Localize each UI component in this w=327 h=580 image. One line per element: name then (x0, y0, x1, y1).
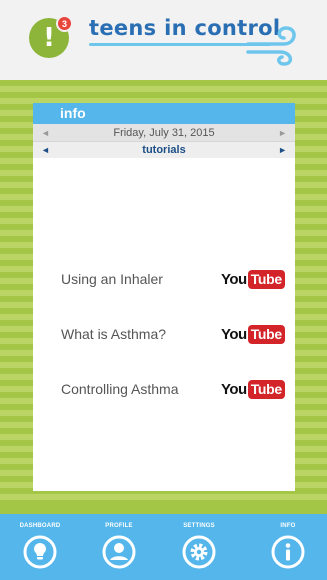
title-underline (89, 43, 271, 46)
youtube-logo-you: You (221, 380, 247, 398)
current-section: tutorials (142, 144, 186, 156)
lightbulb-icon (23, 535, 57, 569)
person-icon (102, 535, 136, 569)
gear-icon (182, 535, 216, 569)
wind-swirl-icon (246, 26, 296, 66)
tab-settings[interactable]: SETTINGS (167, 514, 231, 580)
youtube-logo-icon[interactable]: You Tube (221, 379, 285, 399)
tab-dashboard[interactable]: DASHBOARD (8, 514, 72, 580)
tutorial-item[interactable]: What is Asthma? You Tube (33, 322, 295, 377)
tab-profile[interactable]: PROFILE (87, 514, 151, 580)
date-navigator: ◄ Friday, July 31, 2015 ► (33, 124, 295, 141)
info-icon (271, 535, 305, 569)
green-band (0, 500, 327, 514)
next-date-arrow-icon[interactable]: ► (278, 128, 287, 138)
tab-info[interactable]: INFO (256, 514, 320, 580)
tab-label: INFO (280, 523, 296, 529)
app-header: ! 3 teens in control (0, 0, 327, 80)
youtube-logo-you: You (221, 325, 247, 343)
panel-title: info (33, 103, 295, 124)
tutorial-label[interactable]: Using an Inhaler (61, 271, 163, 287)
logo-exclamation: ! (43, 23, 55, 53)
next-section-arrow-icon[interactable]: ► (278, 145, 287, 155)
tab-label: DASHBOARD (19, 523, 61, 529)
tutorial-label[interactable]: What is Asthma? (61, 326, 166, 342)
youtube-logo-tube: Tube (247, 269, 285, 289)
youtube-logo-icon[interactable]: You Tube (221, 324, 285, 344)
prev-date-arrow-icon[interactable]: ◄ (41, 128, 50, 138)
bottom-tab-bar: DASHBOARD PROFILE SETTINGS INFO (0, 514, 327, 580)
tab-label: SETTINGS (183, 523, 215, 529)
youtube-logo-tube: Tube (247, 379, 285, 399)
tutorial-item[interactable]: Using an Inhaler You Tube (33, 267, 295, 322)
notification-badge[interactable]: 3 (56, 15, 73, 32)
tutorial-item[interactable]: Controlling Asthma You Tube (33, 377, 295, 432)
youtube-logo-icon[interactable]: You Tube (221, 269, 285, 289)
youtube-logo-you: You (221, 270, 247, 288)
tab-label: PROFILE (105, 523, 133, 529)
section-navigator: ◄ tutorials ► (33, 141, 295, 158)
tutorial-list: Using an Inhaler You Tube What is Asthma… (33, 267, 295, 432)
info-panel: info ◄ Friday, July 31, 2015 ► ◄ tutoria… (33, 103, 295, 491)
prev-section-arrow-icon[interactable]: ◄ (41, 145, 50, 155)
youtube-logo-tube: Tube (247, 324, 285, 344)
tutorial-label[interactable]: Controlling Asthma (61, 381, 179, 397)
current-date: Friday, July 31, 2015 (113, 126, 215, 139)
